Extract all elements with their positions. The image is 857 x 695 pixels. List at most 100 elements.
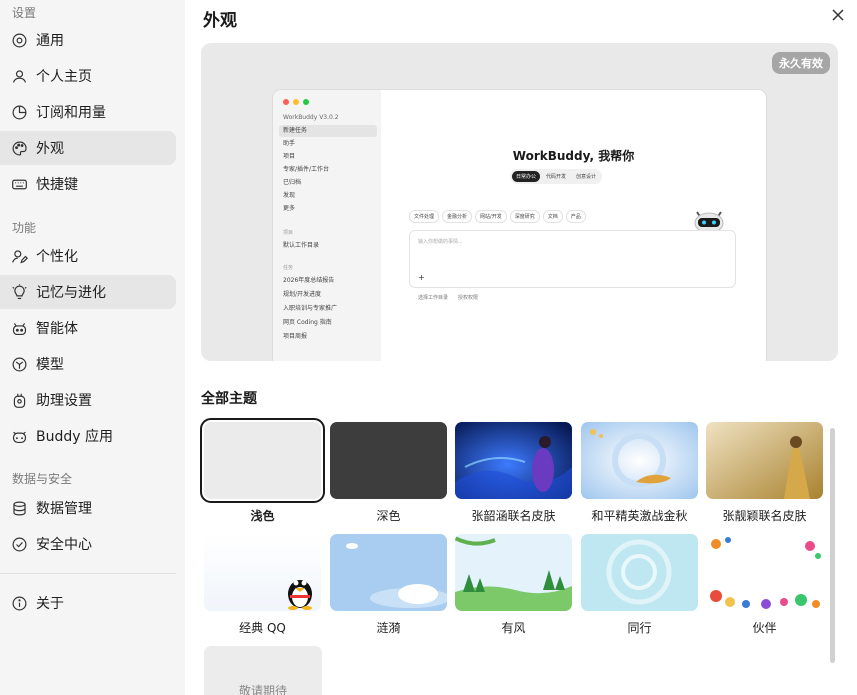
sidebar-item-subscription[interactable]: 订阅和用量: [0, 95, 176, 129]
preview-bottom-item: 授权权限: [458, 295, 479, 301]
theme-zhang-liangying[interactable]: 张靓颖联名皮肤: [706, 422, 823, 524]
preview-bottom-item: 选择工作目录: [418, 295, 449, 301]
preview-tab: 日常办公: [512, 171, 541, 182]
theme-ripple[interactable]: 涟漪: [330, 534, 447, 636]
sidebar-item-buddy-apps[interactable]: Buddy 应用: [0, 419, 176, 453]
status-badge: 永久有效: [772, 52, 830, 74]
sidebar-item-profile[interactable]: 个人主页: [0, 59, 176, 93]
zhang-shaohan-artwork: [455, 422, 572, 499]
preview-item: 新建任务: [279, 125, 377, 137]
sidebar-item-label: 记忆与进化: [36, 285, 106, 301]
preview-chip: 产品: [565, 210, 586, 223]
coming-soon-placeholder: 敬请期待: [204, 646, 322, 695]
sidebar-item-label: 个人主页: [36, 69, 92, 85]
close-icon[interactable]: [829, 6, 847, 24]
gear-icon: [12, 33, 27, 47]
person-edit-icon: [12, 249, 28, 263]
sidebar-item-label: 安全中心: [36, 537, 92, 553]
sidebar-item-data-management[interactable]: 数据管理: [0, 491, 176, 525]
sidebar-item-appearance[interactable]: 外观: [0, 131, 176, 165]
sidebar-item-label: 助理设置: [36, 393, 92, 409]
sidebar-item-label: 关于: [36, 596, 64, 612]
group-label-settings: 设置: [12, 6, 37, 20]
sidebar-item-shortcuts[interactable]: 快捷键: [0, 167, 176, 201]
preview-item: 已归档: [283, 179, 302, 186]
sidebar-item-label: 外观: [36, 141, 64, 157]
theme-thumbnail: [200, 418, 325, 503]
robot-icon: [12, 322, 27, 335]
sidebar-item-general[interactable]: 通用: [0, 23, 176, 57]
preview-chip: 金融分析: [442, 210, 473, 223]
theme-thumbnail: [706, 422, 823, 499]
theme-together[interactable]: 同行: [581, 534, 698, 636]
assistant-icon: [13, 393, 26, 408]
theme-label: 张韶涵联名皮肤: [471, 509, 556, 523]
preview-item: 更多: [283, 205, 296, 212]
theme-preview: 永久有效 WorkBuddy V3.0.2 新建任务 助手 项目 专家/插件/工…: [201, 43, 838, 361]
sidebar-item-personalization[interactable]: 个性化: [0, 239, 176, 273]
sidebar-item-models[interactable]: 模型: [0, 347, 176, 381]
preview-task: 入职培训与专家推广: [283, 305, 338, 312]
theme-label: 和平精英激战金秋: [591, 509, 688, 523]
qq-penguin-icon: [288, 580, 312, 610]
preview-item: 项目: [283, 153, 296, 160]
theme-partner[interactable]: 伙伴: [706, 534, 823, 636]
theme-thumbnail: [581, 422, 698, 499]
breeze-artwork: [455, 534, 572, 611]
preview-item: 发现: [283, 192, 296, 199]
user-icon: [12, 69, 27, 83]
preview-item: 专家/插件/工作台: [283, 166, 330, 173]
preview-sidebar: WorkBuddy V3.0.2 新建任务 助手 项目 专家/插件/工作台 已归…: [273, 90, 381, 361]
theme-thumbnail: [204, 534, 321, 611]
theme-classic-qq[interactable]: 经典 QQ: [204, 534, 321, 636]
preview-placeholder: 输入你想做的事情...: [418, 239, 463, 245]
theme-light[interactable]: 浅色: [200, 418, 325, 524]
theme-thumbnail: [455, 534, 572, 611]
preview-version: WorkBuddy V3.0.2: [283, 114, 339, 121]
pubg-artwork: [581, 422, 698, 499]
keyboard-icon: [12, 179, 27, 189]
theme-thumbnail: [706, 534, 823, 611]
sidebar-item-label: 个性化: [36, 249, 78, 265]
preview-tab: 创意设计: [576, 174, 597, 180]
shield-check-icon: [12, 537, 27, 551]
sidebar-item-assistant[interactable]: 助理设置: [0, 383, 176, 417]
sidebar: 设置 通用 个人主页 订阅和用量 外观 快捷键 功能 个性化 记忆与进化 智能体…: [0, 0, 185, 695]
sidebar-item-memory[interactable]: 记忆与进化: [0, 275, 176, 309]
theme-dark[interactable]: 深色: [330, 422, 447, 524]
preview-task: 规划/开发进度: [283, 291, 322, 298]
sidebar-item-label: 智能体: [36, 321, 78, 337]
preview-chips: 文件处理 金融分析 网站/开发 深度研究 文档 产品: [409, 210, 586, 223]
scrollbar[interactable]: [830, 428, 835, 663]
preview-tab: 代码开发: [546, 174, 567, 180]
sidebar-item-label: Buddy 应用: [36, 429, 113, 445]
sidebar-item-security-center[interactable]: 安全中心: [0, 527, 176, 561]
preview-app-window: WorkBuddy V3.0.2 新建任务 助手 项目 专家/插件/工作台 已归…: [273, 90, 766, 361]
theme-breeze[interactable]: 有风: [455, 534, 572, 636]
preview-chip: 深度研究: [509, 210, 540, 223]
theme-label: 经典 QQ: [239, 621, 286, 635]
sidebar-item-label: 快捷键: [36, 177, 78, 193]
preview-item: 默认工作目录: [283, 242, 320, 249]
sidebar-item-agents[interactable]: 智能体: [0, 311, 176, 345]
sidebar-item-about[interactable]: 关于: [0, 586, 176, 620]
together-artwork: [581, 534, 698, 611]
group-label-features: 功能: [12, 221, 37, 235]
preview-item: 助手: [283, 140, 296, 147]
theme-thumbnail: [581, 534, 698, 611]
preview-tabs: 日常办公 代码开发 创意设计: [510, 169, 603, 184]
theme-zhang-shaohan[interactable]: 张韶涵联名皮肤: [455, 422, 572, 524]
theme-label: 深色: [376, 509, 401, 523]
theme-pubg[interactable]: 和平精英激战金秋: [581, 422, 698, 524]
theme-thumbnail: [455, 422, 572, 499]
preview-bottom: 选择工作目录 授权权限: [418, 294, 478, 301]
theme-label: 涟漪: [376, 621, 401, 635]
theme-label: 有风: [501, 621, 526, 635]
partner-artwork: [706, 534, 823, 611]
preview-task: 网页 Coding 指南: [283, 319, 332, 326]
preview-task: 项目周报: [283, 333, 308, 340]
info-icon: [12, 596, 27, 610]
plus-icon: +: [418, 273, 425, 282]
sidebar-item-label: 模型: [36, 357, 64, 373]
theme-label: 同行: [627, 621, 652, 635]
